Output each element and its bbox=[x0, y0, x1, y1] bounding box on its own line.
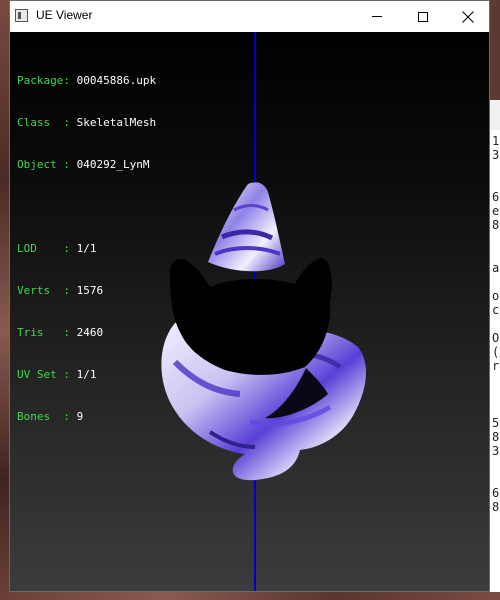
3d-viewport[interactable]: Package: 00045886.upk Class : SkeletalMe… bbox=[10, 32, 489, 591]
info-row-verts: Verts : 1576 bbox=[17, 284, 156, 298]
package-value: 00045886.upk bbox=[76, 74, 157, 87]
info-spacer bbox=[17, 200, 156, 214]
minimize-button[interactable] bbox=[354, 1, 400, 32]
uv-set-label: UV Set : bbox=[17, 368, 70, 381]
ue-viewer-window: UE Viewer Package: 00045886.upk Class: … bbox=[9, 0, 490, 592]
lod-label: LOD : bbox=[17, 242, 70, 255]
background-text: O bbox=[492, 331, 500, 345]
mesh-info-panel: Package: 00045886.upk Class : SkeletalMe… bbox=[17, 46, 156, 452]
app-icon bbox=[15, 9, 28, 22]
info-row-package: Package: 00045886.upk bbox=[17, 74, 156, 88]
background-text: 8 bbox=[492, 500, 500, 514]
tris-label: Tris : bbox=[17, 326, 70, 339]
background-text: 5 bbox=[492, 416, 500, 430]
class-value: SkeletalMesh bbox=[76, 116, 157, 129]
info-row-class: Class : SkeletalMesh bbox=[17, 116, 156, 130]
info-row-object: Object : 040292_LynM bbox=[17, 158, 156, 172]
background-text: 3 bbox=[492, 148, 500, 162]
background-window-header bbox=[490, 100, 500, 130]
background-text: 1 bbox=[492, 134, 500, 148]
info-row-tris: Tris : 2460 bbox=[17, 326, 156, 340]
background-text: 3 bbox=[492, 444, 500, 458]
taskbar-background bbox=[0, 592, 500, 600]
verts-value: 1576 bbox=[76, 284, 104, 297]
object-value: 040292_LynM bbox=[76, 158, 150, 171]
package-label: Package: bbox=[17, 74, 70, 87]
background-text: r bbox=[492, 359, 500, 373]
close-button[interactable] bbox=[445, 1, 491, 32]
info-row-uv-set: UV Set : 1/1 bbox=[17, 368, 156, 382]
info-row-bones: Bones : 9 bbox=[17, 410, 156, 424]
background-text: 8 bbox=[492, 430, 500, 444]
background-text: 6 bbox=[492, 486, 500, 500]
background-text: 8 bbox=[492, 218, 500, 232]
background-text: c bbox=[492, 303, 500, 317]
window-title: UE Viewer bbox=[36, 8, 93, 22]
close-icon bbox=[462, 10, 474, 23]
tris-value: 2460 bbox=[76, 326, 104, 339]
background-text: ( bbox=[492, 345, 500, 359]
class-label: Class : bbox=[17, 116, 70, 129]
bones-label: Bones : bbox=[17, 410, 70, 423]
title-bar[interactable]: UE Viewer bbox=[10, 1, 489, 32]
background-text: a bbox=[492, 261, 500, 275]
background-window-right: 1 3 6 e 8 a o c O ( r 5 8 3 6 8 bbox=[490, 100, 500, 600]
background-text: 6 bbox=[492, 190, 500, 204]
maximize-icon bbox=[418, 11, 428, 22]
background-text: o bbox=[492, 289, 500, 303]
maximize-button[interactable] bbox=[400, 1, 446, 32]
bones-value: 9 bbox=[76, 410, 84, 423]
info-row-lod: LOD : 1/1 bbox=[17, 242, 156, 256]
uv-set-value: 1/1 bbox=[76, 368, 97, 381]
lod-value: 1/1 bbox=[76, 242, 97, 255]
verts-label: Verts : bbox=[17, 284, 70, 297]
object-label: Object : bbox=[17, 158, 70, 171]
minimize-icon bbox=[372, 16, 382, 17]
background-text: e bbox=[492, 204, 500, 218]
